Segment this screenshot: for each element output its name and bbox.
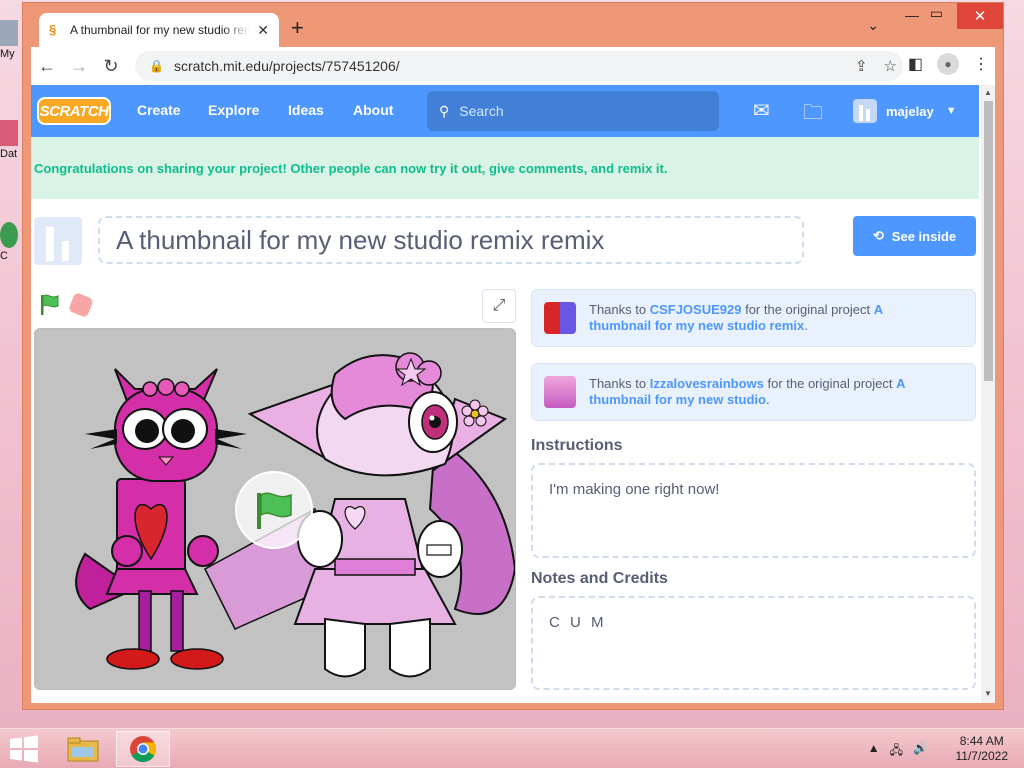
windows-start-icon[interactable] (8, 735, 40, 763)
page-viewport: SCRATCH Create Explore Ideas About ⚲ ✉ 🗀… (31, 85, 995, 703)
minimize-button[interactable]: — (905, 7, 919, 23)
search-icon: ⚲ (439, 102, 450, 119)
maximize-button[interactable]: ▭ (930, 5, 943, 22)
scratch-logo[interactable]: SCRATCH (37, 97, 111, 125)
tab-title: A thumbnail for my new studio remix remi… (70, 23, 250, 37)
banner-text: Congratulations on sharing your project!… (34, 160, 668, 176)
instructions-heading: Instructions (531, 437, 623, 454)
chevron-down-icon: ▼ (945, 105, 957, 117)
page-scrollbar[interactable]: ▲ ▼ (981, 85, 995, 703)
nav-ideas[interactable]: Ideas (288, 102, 324, 118)
user-menu[interactable]: majelay ▼ (853, 99, 957, 123)
credit-suffix: . (765, 392, 770, 407)
bookmark-star-icon[interactable]: ☆ (884, 57, 897, 75)
kebab-menu-icon[interactable]: ⋮ (973, 54, 989, 74)
desktop-icon-my-computer[interactable]: My (0, 20, 22, 60)
new-tab-button[interactable]: + (291, 17, 304, 39)
taskbar-chrome[interactable] (116, 731, 170, 767)
see-inside-label: See inside (891, 228, 957, 244)
browser-tab[interactable]: § A thumbnail for my new studio remix re… (39, 13, 279, 47)
system-tray: ▲ 🖧 🔊 (868, 741, 928, 762)
username: majelay (886, 103, 934, 119)
computer-icon (0, 20, 18, 46)
taskbar-clock[interactable]: 8:44 AM 11/7/2022 (956, 734, 1009, 764)
notes-textarea[interactable]: C U M (531, 596, 976, 690)
credit-thumbnail[interactable] (544, 302, 576, 334)
user-avatar (853, 99, 877, 123)
scroll-down-arrow-icon[interactable]: ▼ (984, 689, 992, 698)
credit-user-link[interactable]: Izzalovesrainbows (650, 376, 764, 391)
folder-icon (67, 737, 99, 762)
player-controls: ⤢ (31, 289, 521, 325)
messages-envelope-icon[interactable]: ✉ (753, 98, 770, 123)
remix-arrows-icon: ⟲ (872, 228, 884, 243)
credit-text: Thanks to CSFJOSUE929 for the original p… (589, 302, 919, 334)
network-icon[interactable]: 🖧 (890, 741, 903, 762)
scratch-favicon-icon: § (49, 22, 57, 37)
green-flag-icon[interactable] (39, 293, 61, 317)
credit-user-link[interactable]: CSFJOSUE929 (650, 302, 742, 317)
address-bar[interactable]: 🔒 scratch.mit.edu/projects/757451206/ ⇪ … (135, 51, 903, 81)
nav-create[interactable]: Create (137, 102, 181, 118)
see-inside-button[interactable]: ⟲ See inside (853, 216, 976, 256)
my-stuff-folder-icon[interactable]: 🗀 (803, 98, 823, 132)
nav-explore[interactable]: Explore (208, 102, 259, 118)
taskbar: ▲ 🖧 🔊 8:44 AM 11/7/2022 (0, 728, 1024, 768)
chrome-icon (0, 222, 18, 248)
search-input[interactable] (459, 103, 690, 119)
folder-icon (0, 120, 18, 146)
desktop-icon-label: C (0, 250, 8, 262)
window-close-button[interactable]: ✕ (957, 3, 1003, 29)
browser-toolbar: ← → ↻ 🔒 scratch.mit.edu/projects/7574512… (31, 47, 995, 85)
instructions-textarea[interactable]: I'm making one right now! (531, 463, 976, 558)
browser-window: § A thumbnail for my new studio remix re… (22, 2, 1004, 710)
green-flag-icon (257, 492, 292, 529)
search-box: ⚲ (427, 91, 719, 131)
credit-middle: for the original project (741, 302, 874, 317)
tab-strip: § A thumbnail for my new studio remix re… (23, 3, 1003, 47)
credit-suffix: . (804, 318, 808, 333)
project-stage[interactable] (34, 328, 516, 690)
speaker-icon[interactable]: 🔊 (913, 741, 928, 762)
url-text: scratch.mit.edu/projects/757451206/ (173, 58, 400, 74)
credit-card-2: Thanks to Izzalovesrainbows for the orig… (531, 363, 976, 421)
clock-date: 11/7/2022 (955, 749, 1009, 763)
credit-middle: for the original project (763, 376, 897, 391)
credit-card-1: Thanks to CSFJOSUE929 for the original p… (531, 289, 976, 347)
side-panel-icon[interactable]: ◧ (908, 54, 923, 74)
project-title-row: A thumbnail for my new studio remix remi… (31, 199, 979, 275)
forward-arrow-icon[interactable]: → (63, 56, 95, 77)
credit-text: Thanks to Izzalovesrainbows for the orig… (589, 376, 919, 408)
reload-icon[interactable]: ↻ (95, 56, 127, 77)
notes-heading: Notes and Credits (531, 570, 668, 587)
stop-sign-icon[interactable] (67, 291, 95, 319)
lock-icon: 🔒 (149, 59, 164, 73)
chrome-icon (130, 736, 157, 763)
clock-time: 8:44 AM (959, 734, 1004, 748)
project-title-input[interactable]: A thumbnail for my new studio remix remi… (98, 216, 804, 264)
play-overlay-button[interactable] (235, 471, 313, 549)
credit-prefix: Thanks to (589, 302, 650, 317)
close-tab-icon[interactable]: ✕ (257, 22, 269, 39)
credit-prefix: Thanks to (589, 376, 650, 391)
project-thumbnail (34, 217, 82, 265)
desktop-icon-label: My (0, 48, 15, 60)
chevron-up-icon[interactable]: ▲ (868, 741, 880, 762)
share-banner: Congratulations on sharing your project!… (31, 137, 979, 199)
nav-about[interactable]: About (353, 102, 393, 118)
profile-avatar-icon[interactable]: ● (937, 53, 959, 75)
taskbar-file-explorer[interactable] (56, 731, 110, 767)
desktop-icon-label: Dat (0, 148, 18, 160)
scroll-up-arrow-icon[interactable]: ▲ (984, 88, 992, 97)
share-icon[interactable]: ⇪ (855, 57, 868, 75)
desktop-icon-data[interactable]: Dat (0, 120, 22, 160)
back-arrow-icon[interactable]: ← (31, 56, 63, 77)
fullscreen-button[interactable]: ⤢ (482, 289, 516, 323)
desktop-icon-chrome[interactable]: C (0, 222, 22, 262)
tab-search-icon[interactable]: ⌄ (867, 17, 879, 34)
scrollbar-thumb[interactable] (984, 101, 993, 381)
credit-thumbnail[interactable] (544, 376, 576, 408)
scratch-navbar: SCRATCH Create Explore Ideas About ⚲ ✉ 🗀… (31, 85, 979, 137)
